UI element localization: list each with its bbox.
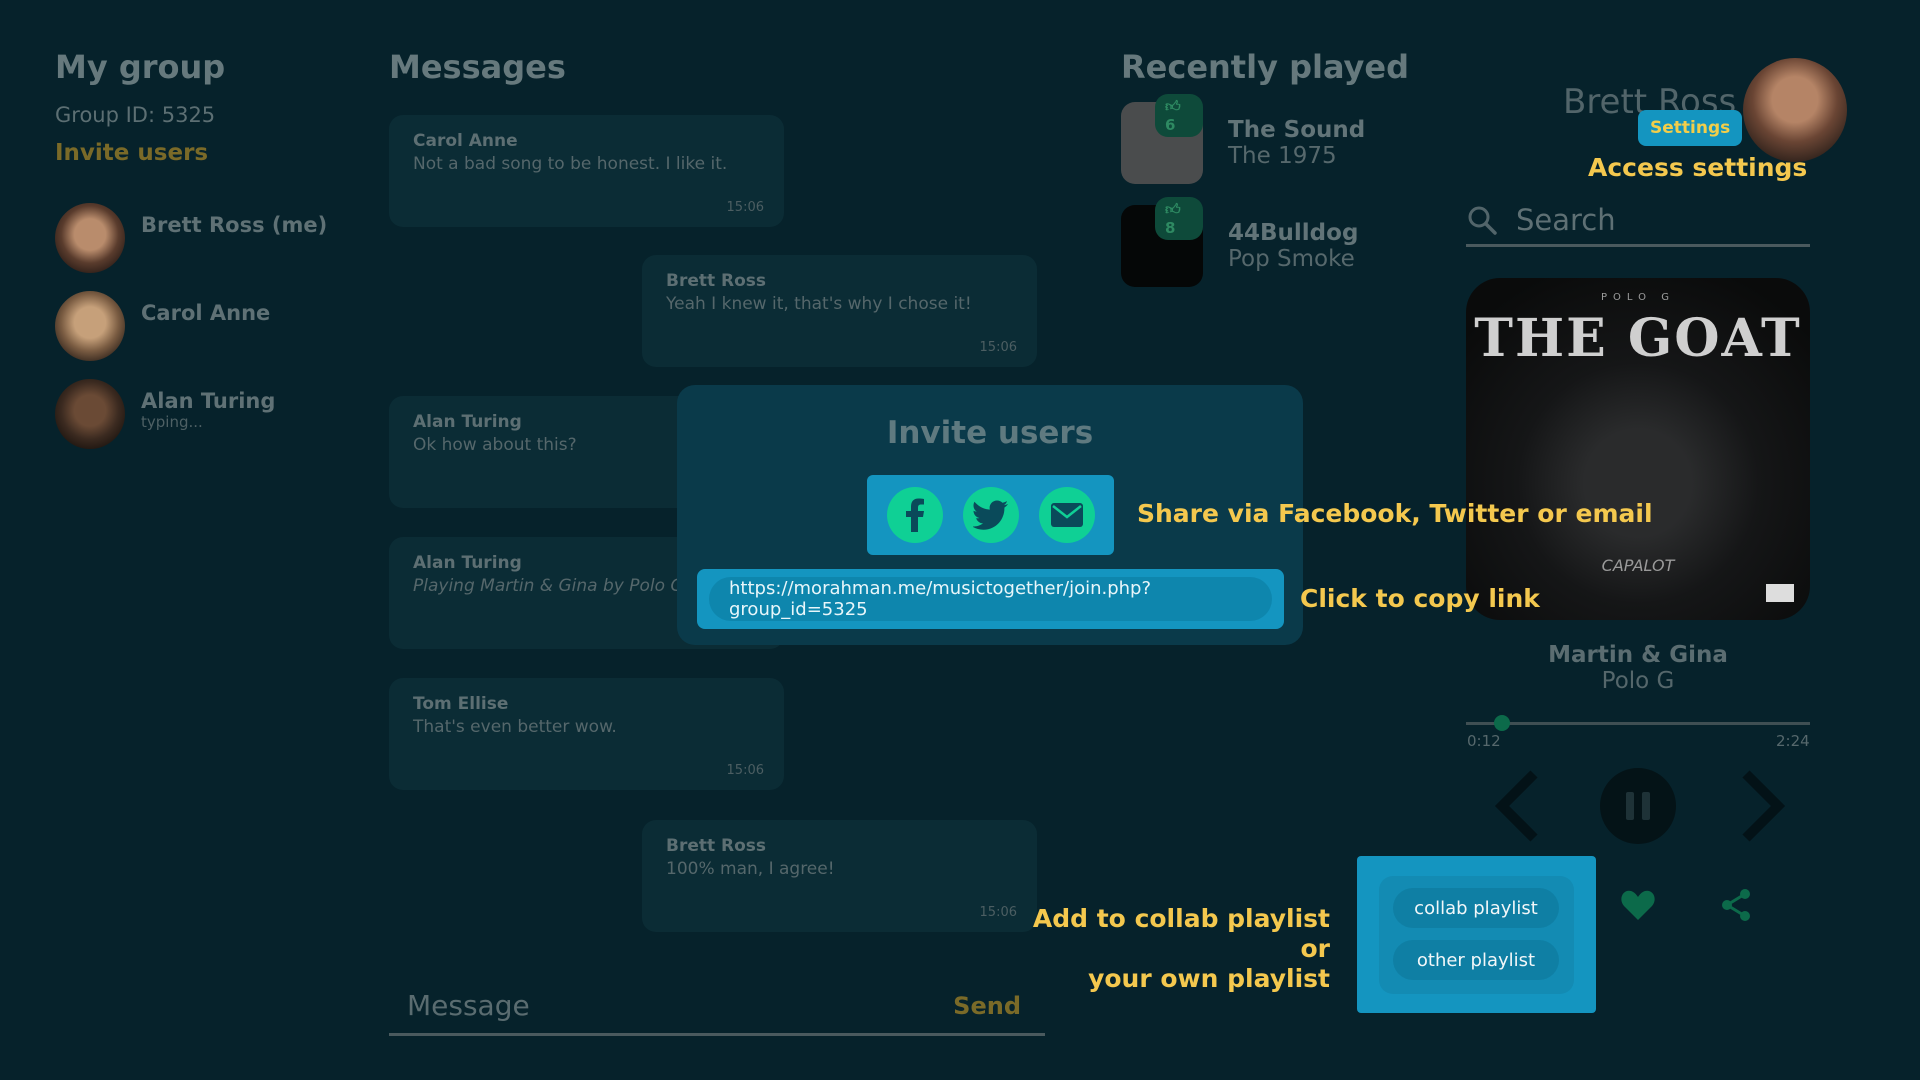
message-text: Yeah I knew it, that's why I chose it! (666, 294, 972, 314)
other-playlist-button[interactable]: other playlist (1393, 940, 1559, 980)
track-title: 44Bulldog (1228, 220, 1359, 246)
likes-badge[interactable]: 👍︎ 6 (1155, 94, 1203, 137)
settings-callout: Access settings (1588, 153, 1808, 182)
message-author: Brett Ross (666, 836, 767, 856)
member-name: Brett Ross (me) (141, 213, 328, 237)
message-bubble: Brett Ross Yeah I knew it, that's why I … (642, 255, 1037, 367)
message-author: Tom Ellise (413, 694, 509, 714)
search-placeholder: Search (1516, 202, 1616, 237)
member-name: Alan Turing (141, 389, 276, 413)
avatar (55, 203, 125, 273)
facebook-share-button[interactable] (886, 487, 943, 543)
messages-title: Messages (389, 48, 566, 86)
track-artist: Pop Smoke (1228, 246, 1355, 272)
search-input[interactable]: Search (1466, 195, 1810, 247)
share-icon[interactable] (1720, 888, 1752, 922)
message-time: 15:06 (979, 340, 1017, 355)
avatar (55, 379, 125, 449)
email-icon (1050, 503, 1083, 527)
likes-count: 8 (1165, 219, 1176, 237)
parental-advisory-label (1766, 584, 1794, 602)
avatar (55, 291, 125, 361)
message-placeholder: Message (407, 989, 530, 1022)
invite-link-box: https://morahman.me/musictogether/join.p… (697, 569, 1284, 629)
playlist-callout-line2: your own playlist (1088, 964, 1330, 993)
thumbs-up-icon: 👍︎ (1165, 200, 1181, 218)
now-playing-artist: Polo G (1601, 668, 1675, 694)
member-item[interactable]: Alan Turing typing... (55, 379, 275, 449)
invite-modal-title: Invite users (886, 415, 1094, 451)
playlist-callout-line1: Add to collab playlist or (1032, 904, 1330, 963)
progress-bar[interactable] (1466, 715, 1810, 731)
now-playing-title: Martin & Gina (1548, 642, 1728, 668)
share-callout: Share via Facebook, Twitter or email (1137, 499, 1653, 528)
collab-playlist-button[interactable]: collab playlist (1393, 888, 1559, 928)
message-author: Brett Ross (666, 271, 767, 291)
pause-icon (1626, 792, 1634, 820)
playlist-callout: Add to collab playlist or your own playl… (1030, 904, 1330, 994)
playlist-menu: collab playlist other playlist (1357, 856, 1596, 1013)
thumbs-up-icon: 👍︎ (1165, 97, 1181, 115)
message-bubble: Brett Ross 100% man, I agree! 15:06 (642, 820, 1037, 932)
track-cover: 👍︎ 6 (1121, 94, 1203, 184)
send-button[interactable]: Send (953, 992, 1021, 1020)
heart-icon[interactable] (1620, 888, 1656, 922)
member-status: typing... (141, 413, 203, 431)
email-share-button[interactable] (1038, 487, 1095, 543)
likes-count: 6 (1165, 116, 1176, 134)
message-text: Not a bad song to be honest. I like it. (413, 154, 728, 174)
track-cover: 👍︎ 8 (1121, 197, 1203, 287)
message-author: Carol Anne (413, 131, 518, 151)
message-bubble: Tom Ellise That's even better wow. 15:06 (389, 678, 784, 790)
message-time: 15:06 (726, 763, 764, 778)
invite-users-link[interactable]: Invite users (55, 140, 208, 166)
album-title: THE GOAT (1474, 308, 1802, 369)
profile-avatar[interactable] (1743, 58, 1847, 162)
message-time: 15:06 (726, 200, 764, 215)
track-title: The Sound (1228, 117, 1366, 143)
share-options (867, 475, 1114, 555)
elapsed-time: 0:12 (1467, 732, 1501, 750)
invite-link[interactable]: https://morahman.me/musictogether/join.p… (709, 577, 1272, 621)
album-art: POLO G THE GOAT CAPALOT (1466, 278, 1810, 620)
twitter-icon (972, 500, 1008, 530)
pause-button[interactable] (1600, 768, 1676, 844)
group-id: Group ID: 5325 (55, 103, 216, 127)
search-icon (1468, 206, 1497, 235)
message-time: 15:06 (979, 905, 1017, 920)
next-button[interactable] (1734, 768, 1790, 844)
member-item[interactable]: Carol Anne (55, 291, 270, 361)
member-name: Carol Anne (141, 301, 271, 325)
likes-badge[interactable]: 👍︎ 8 (1155, 197, 1203, 240)
copy-link-callout: Click to copy link (1300, 584, 1540, 613)
member-item[interactable]: Brett Ross (me) (55, 203, 327, 273)
group-title: My group (55, 48, 226, 86)
recent-track[interactable]: 👍︎ 6 The Sound The 1975 (1121, 94, 1366, 184)
message-bubble: Carol Anne Not a bad song to be honest. … (389, 115, 784, 227)
recent-track[interactable]: 👍︎ 8 44Bulldog Pop Smoke (1121, 197, 1359, 287)
message-text: That's even better wow. (413, 717, 617, 737)
facebook-icon (905, 498, 924, 532)
message-input[interactable]: Message Send (389, 978, 1045, 1036)
message-text: 100% man, I agree! (666, 859, 835, 879)
recently-played-title: Recently played (1121, 48, 1410, 86)
album-brand: POLO G (1601, 292, 1675, 303)
total-time: 2:24 (1776, 732, 1810, 750)
settings-button[interactable]: Settings (1638, 110, 1743, 146)
progress-handle[interactable] (1493, 715, 1510, 731)
twitter-share-button[interactable] (962, 487, 1019, 543)
previous-button[interactable] (1490, 768, 1546, 844)
track-artist: The 1975 (1228, 143, 1337, 169)
album-script: CAPALOT (1601, 556, 1675, 575)
